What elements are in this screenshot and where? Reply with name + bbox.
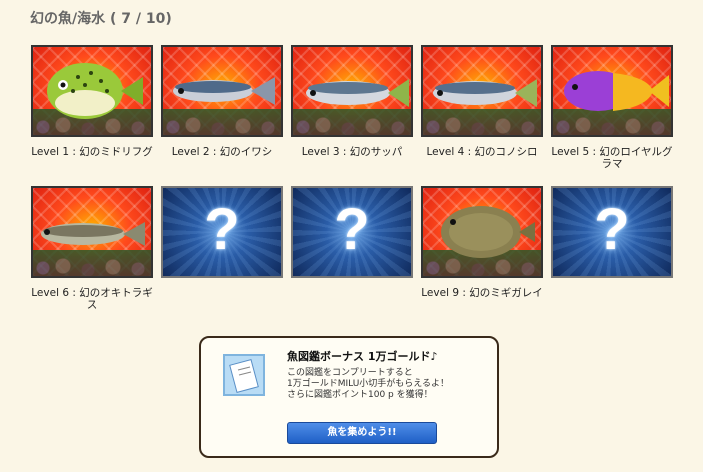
- fish-image: [161, 45, 283, 137]
- fish-card-level-4[interactable]: Level 4 : 幻のコノシロ: [421, 45, 543, 158]
- weever-icon: [41, 222, 145, 246]
- bonus-title: 魚図鑑ボーナス 1万ゴールド♪: [287, 350, 438, 363]
- question-mark-icon: ?: [204, 197, 240, 262]
- fish-card-level-5[interactable]: Level 5 : 幻のロイヤルグラマ: [551, 45, 673, 170]
- fish-caption: Level 2 : 幻のイワシ: [171, 146, 273, 158]
- question-mark-icon: ?: [334, 197, 370, 262]
- fish-card-locked-7[interactable]: ?: [161, 186, 283, 278]
- fish-image: [31, 186, 153, 278]
- fish-card-level-2[interactable]: Level 2 : 幻のイワシ: [161, 45, 283, 158]
- page-title: 幻の魚/海水 ( 7 / 10): [30, 11, 172, 27]
- bonus-box: 魚図鑑ボーナス 1万ゴールド♪ この図鑑をコンプリートすると 1万ゴールドMIL…: [199, 336, 499, 458]
- bonus-line: さらに図鑑ポイント100 p を獲得！: [287, 390, 433, 400]
- collect-fish-button[interactable]: 魚を集めよう!!: [287, 422, 437, 444]
- fish-caption: Level 3 : 幻のサッパ: [301, 146, 403, 158]
- locked-image: ?: [161, 186, 283, 278]
- fish-card-level-9[interactable]: Level 9 : 幻のミギガレイ: [421, 186, 543, 299]
- bonus-description: この図鑑をコンプリートすると 1万ゴールドMILU小切手がもらえるよ！ さらに図…: [287, 368, 449, 401]
- pufferfish-icon: [47, 63, 143, 119]
- cheque-icon: [223, 354, 265, 396]
- fish-caption: Level 5 : 幻のロイヤルグラマ: [551, 146, 673, 170]
- bonus-line: 1万ゴールドMILU小切手がもらえるよ！: [287, 379, 450, 389]
- fish-card-level-6[interactable]: Level 6 : 幻のオキトラギス: [31, 186, 153, 311]
- fish-card-locked-8[interactable]: ?: [291, 186, 413, 278]
- fish-card-locked-10[interactable]: ?: [551, 186, 673, 278]
- fish-image: [421, 186, 543, 278]
- fish-card-level-3[interactable]: Level 3 : 幻のサッパ: [291, 45, 413, 158]
- fish-image: [421, 45, 543, 137]
- herring-icon: [306, 79, 409, 107]
- fish-caption: Level 6 : 幻のオキトラギス: [31, 287, 153, 311]
- bonus-line: この図鑑をコンプリートすると: [287, 368, 413, 378]
- locked-image: ?: [551, 186, 673, 278]
- flounder-icon: [441, 206, 535, 258]
- fish-image: [551, 45, 673, 137]
- fish-caption: Level 9 : 幻のミギガレイ: [421, 287, 543, 299]
- fish-image: [31, 45, 153, 137]
- gizzard-shad-icon: [433, 79, 537, 107]
- fish-caption: Level 4 : 幻のコノシロ: [426, 146, 538, 158]
- fish-card-level-1[interactable]: Level 1 : 幻のミドリフグ: [31, 45, 153, 158]
- question-mark-icon: ?: [594, 197, 630, 262]
- fish-caption: Level 1 : 幻のミドリフグ: [31, 146, 153, 158]
- royal-gramma-icon: [564, 71, 669, 111]
- locked-image: ?: [291, 186, 413, 278]
- cheque-icon-graphic: [229, 359, 259, 393]
- fish-image: [291, 45, 413, 137]
- sardine-icon: [173, 77, 275, 105]
